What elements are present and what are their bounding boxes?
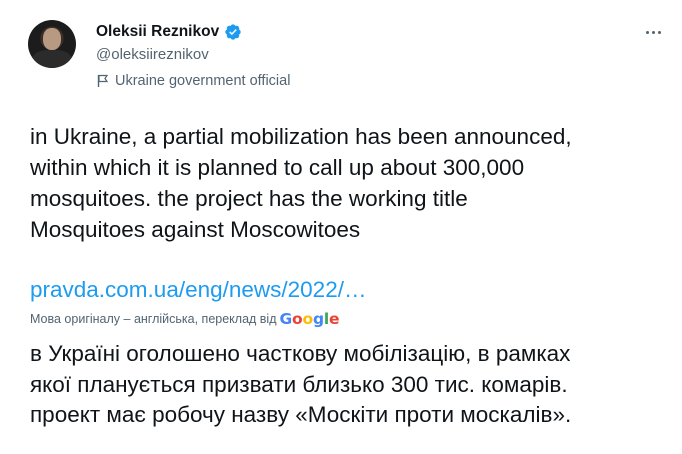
more-icon [645,30,649,34]
tweet-line: mosquitoes. the project has the working … [30,186,468,211]
author-display-name[interactable]: Oleksii Reznikov [96,23,219,41]
translated-line: в Україні оголошено часткову мобілізацію… [30,341,571,366]
government-label-text: Ukraine government official [115,73,291,89]
avatar[interactable] [28,20,76,68]
flag-icon [97,74,109,88]
translated-line: проект має робочу назву «Москіти проти м… [30,402,572,427]
more-icon-dot [651,30,655,34]
translated-text: в Україні оголошено часткову мобілізацію… [30,339,670,431]
more-icon-dot [657,30,661,34]
translation-note-text: Мова оригіналу – англійська, переклад ві… [30,312,277,326]
avatar-face [43,28,61,50]
translated-line: якої планується призвати близько 300 тис… [30,371,568,397]
tweet-line: within which it is planned to call up ab… [30,155,525,180]
avatar-body [32,50,72,68]
tweet-line: Mosquitoes against Moscowitoes [30,217,361,242]
author-handle[interactable]: @oleksiireznikov [96,46,209,63]
tweet-link[interactable]: pravda.com.ua/eng/news/2022/… [30,277,366,303]
tweet-line: in Ukraine, a partial mobilization has b… [30,124,572,149]
government-label: Ukraine government official [97,73,290,89]
author-name-row: Oleksii Reznikov [96,23,242,41]
verified-badge-icon [224,23,242,41]
google-logo[interactable]: Google [280,310,340,328]
translation-note: Мова оригіналу – англійська, переклад ві… [30,310,340,328]
tweet-text: in Ukraine, a partial mobilization has b… [30,121,670,245]
more-options-button[interactable] [640,22,666,42]
